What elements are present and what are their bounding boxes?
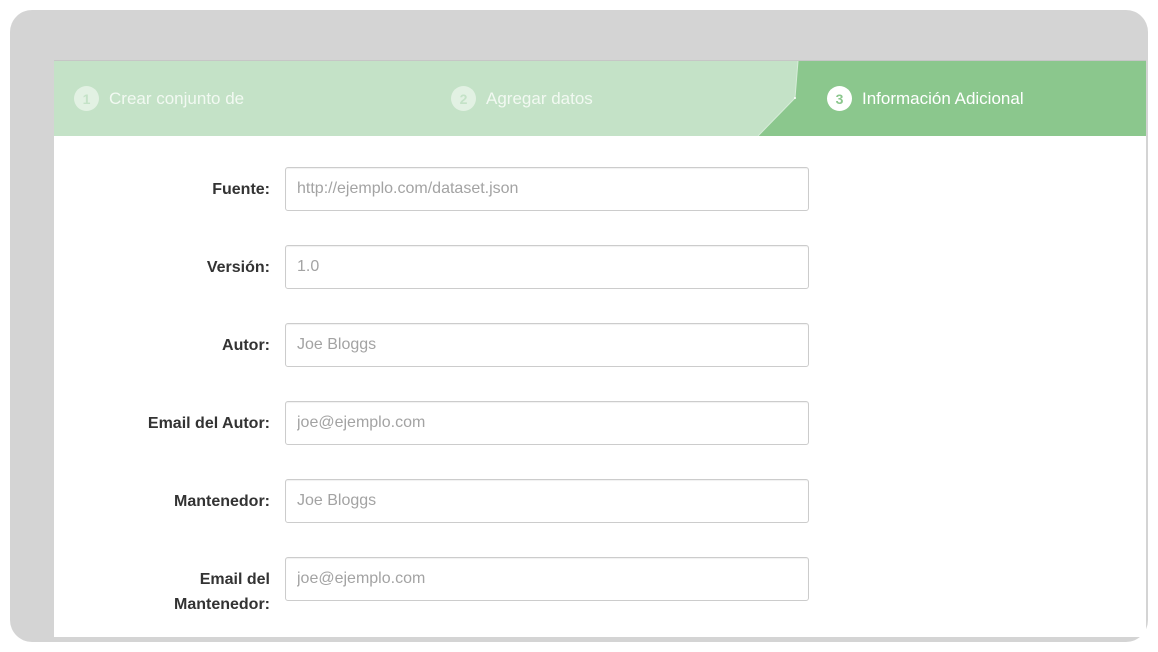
- maintainer-email-label: Email del Mantenedor:: [54, 567, 270, 617]
- stage-add-data[interactable]: 2 Agregar datos: [451, 61, 593, 136]
- dataset-form-panel: 1 Crear conjunto de 2 Agregar datos 3 In…: [54, 60, 1146, 637]
- stage-label: Información Adicional: [862, 88, 1024, 108]
- author-email-input[interactable]: [285, 401, 809, 445]
- stage-number: 3: [827, 86, 852, 111]
- stage-label: Crear conjunto de: [109, 88, 245, 108]
- maintainer-email-input[interactable]: [285, 557, 809, 601]
- stage-number: 1: [74, 86, 99, 111]
- maintainer-input[interactable]: [285, 479, 809, 523]
- version-label: Versión:: [206, 259, 270, 276]
- version-input[interactable]: [285, 245, 809, 289]
- author-email-label: Email del Autor:: [147, 415, 270, 432]
- source-input[interactable]: [285, 167, 809, 211]
- stage-create-dataset[interactable]: 1 Crear conjunto de: [74, 61, 244, 136]
- maintainer-label: Mantenedor:: [174, 493, 270, 510]
- maintainer-email-label-line2: Mantenedor:: [174, 596, 270, 613]
- stages-progress-bar: 1 Crear conjunto de 2 Agregar datos 3 In…: [54, 61, 1146, 136]
- source-label: Fuente:: [212, 181, 270, 198]
- screenshot-frame: 1 Crear conjunto de 2 Agregar datos 3 In…: [10, 10, 1148, 642]
- stage-number: 2: [451, 86, 476, 111]
- author-input[interactable]: [285, 323, 809, 367]
- author-label: Autor:: [222, 337, 270, 354]
- stage-additional-info[interactable]: 3 Información Adicional: [827, 61, 1024, 136]
- maintainer-email-label-line1: Email del: [199, 571, 270, 588]
- stage-label: Agregar datos: [486, 88, 593, 108]
